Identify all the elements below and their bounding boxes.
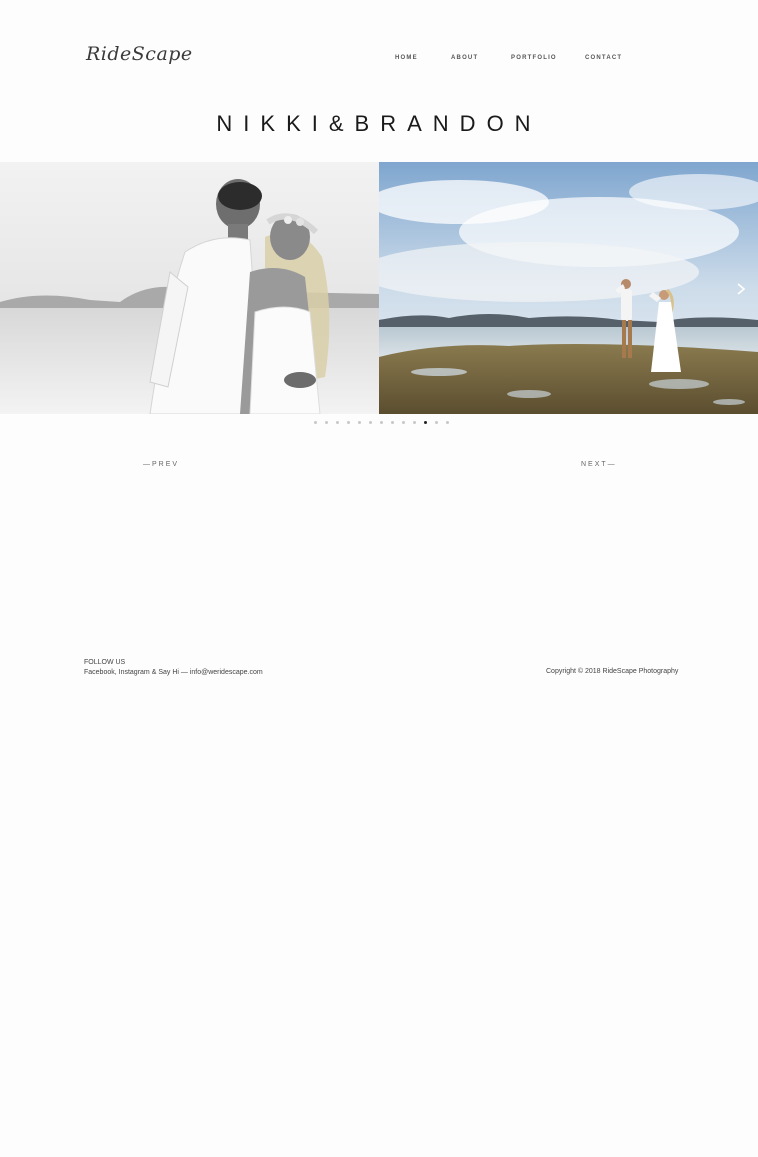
slide-dot[interactable] [336, 421, 339, 424]
slide-dot[interactable] [435, 421, 438, 424]
next-link[interactable]: NEXT— [581, 461, 617, 468]
slide-dot[interactable] [380, 421, 383, 424]
slide-dot[interactable] [347, 421, 350, 424]
photo-gallery [0, 162, 758, 414]
chevron-right-icon[interactable] [734, 282, 748, 296]
nav-home[interactable]: HOME [395, 55, 418, 61]
slide-dot-active[interactable] [424, 421, 427, 424]
main-nav: HOME ABOUT PORTFOLIO CONTACT [0, 55, 758, 65]
slide-dot[interactable] [358, 421, 361, 424]
prev-link[interactable]: —PREV [143, 461, 179, 468]
slide-dot[interactable] [446, 421, 449, 424]
page: RideScape HOME ABOUT PORTFOLIO CONTACT N… [0, 0, 758, 1157]
slide-dot[interactable] [325, 421, 328, 424]
follow-links[interactable]: Facebook, Instagram & Say Hi — info@weri… [84, 668, 263, 678]
copyright-text: Copyright © 2018 RideScape Photography [546, 668, 679, 675]
nav-portfolio[interactable]: PORTFOLIO [511, 55, 557, 61]
slide-dot[interactable] [402, 421, 405, 424]
slide-dot[interactable] [391, 421, 394, 424]
slide-dot[interactable] [314, 421, 317, 424]
follow-us-heading: FOLLOW US [84, 659, 126, 666]
slide-dot[interactable] [413, 421, 416, 424]
footer-follow: FOLLOW US Facebook, Instagram & Say Hi —… [84, 658, 263, 678]
nav-about[interactable]: ABOUT [451, 55, 478, 61]
page-title: NIKKI&BRANDON [216, 110, 542, 136]
gallery-photo-couple-portrait[interactable] [0, 162, 379, 414]
gallery-photo-couple-on-shore[interactable] [379, 162, 758, 414]
slide-dot[interactable] [369, 421, 372, 424]
slide-indicators [314, 421, 449, 424]
nav-contact[interactable]: CONTACT [585, 55, 622, 61]
